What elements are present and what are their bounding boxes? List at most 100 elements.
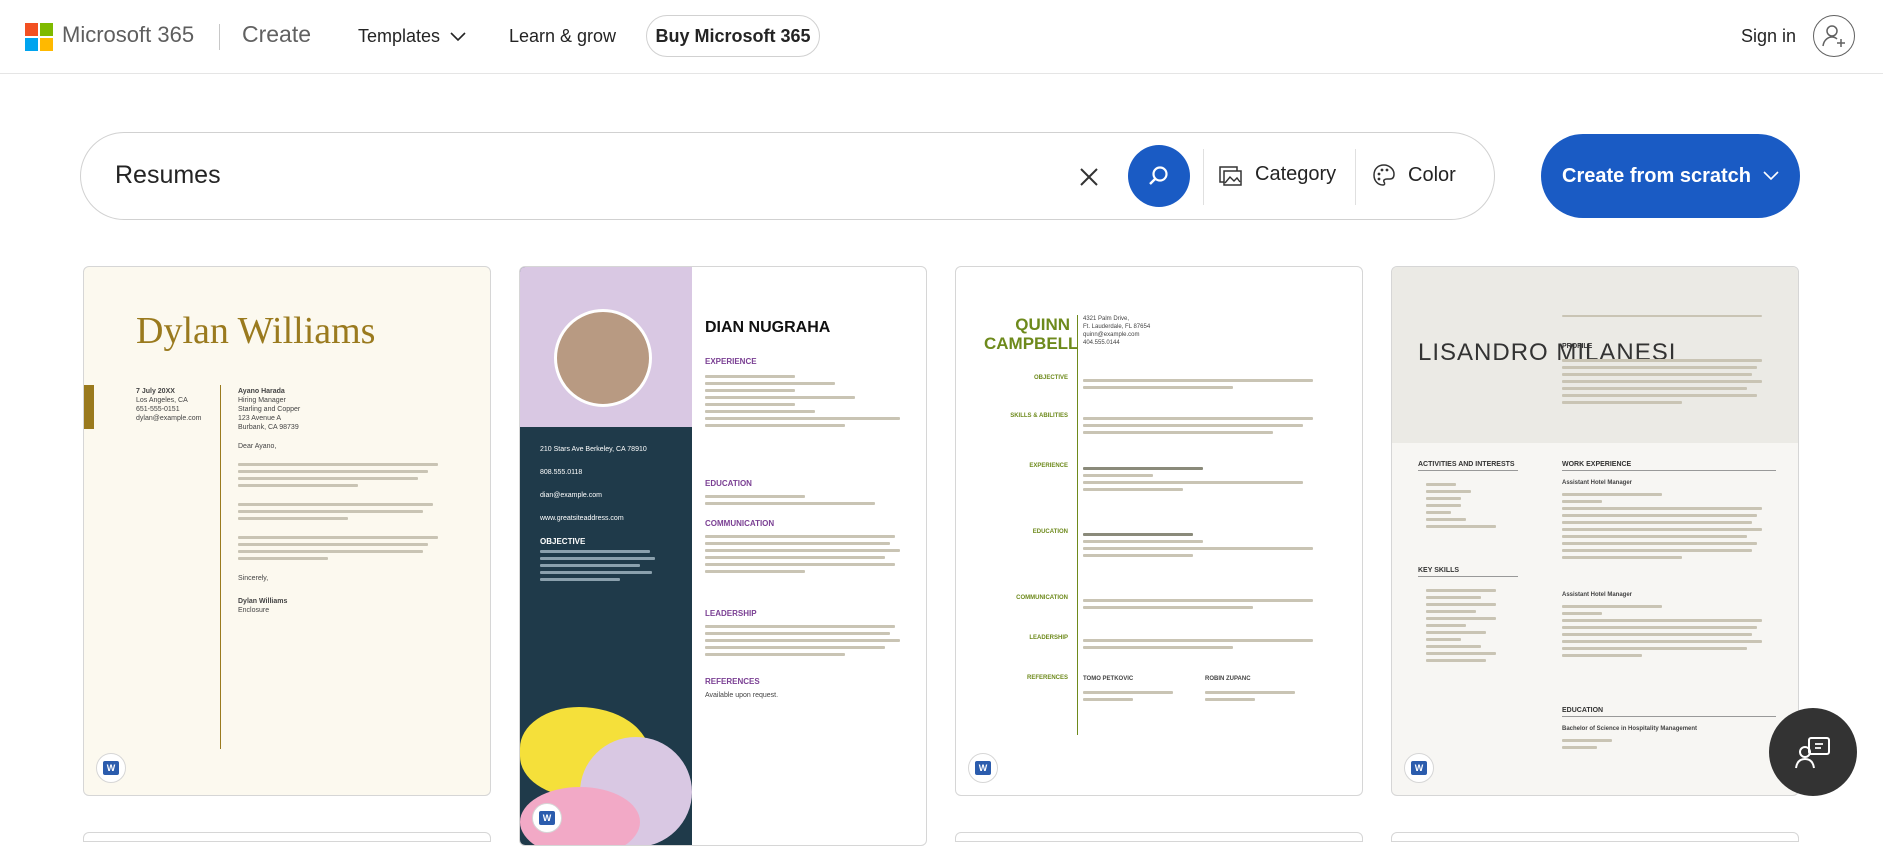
leadership-lines	[1083, 635, 1313, 653]
contact-block: 4321 Palm Drive, Ft. Lauderdale, FL 8765…	[1083, 315, 1150, 347]
contact-line: dian@example.com	[540, 492, 602, 499]
template-card-dylan-williams[interactable]: Dylan Williams 7 July 20XX Los Angeles, …	[83, 266, 491, 796]
skills-lines	[1083, 413, 1313, 438]
divider	[220, 385, 221, 749]
word-icon: W	[968, 753, 998, 783]
closing: Sincerely,	[238, 575, 269, 582]
contact-line: 404.555.0144	[1083, 340, 1120, 346]
signature: Dylan Williams	[238, 598, 288, 605]
education-lines	[705, 491, 905, 509]
templates-label: Templates	[358, 26, 441, 46]
category-filter[interactable]: Category	[1219, 163, 1336, 186]
contact-line: Los Angeles, CA	[136, 397, 188, 404]
template-card[interactable]	[1391, 832, 1799, 842]
recipient-line: Hiring Manager	[238, 397, 286, 404]
chevron-down-icon	[450, 31, 466, 41]
account-icon[interactable]	[1813, 15, 1855, 57]
role-title: Assistant Hotel Manager	[1562, 480, 1633, 486]
recipient-line: Burbank, CA 98739	[238, 424, 299, 431]
date-text: 7 July 20XX	[136, 388, 175, 395]
reference-name: TOMO PETKOVIC	[1083, 676, 1134, 682]
communication-lines	[1083, 595, 1313, 613]
search-input[interactable]: Resumes	[115, 161, 221, 190]
section-heading: EDUCATION	[705, 479, 752, 488]
skills-lines	[1426, 585, 1496, 666]
create-link[interactable]: Create	[242, 21, 311, 48]
palette-icon	[1373, 164, 1395, 186]
profile-photo	[554, 309, 652, 407]
close-icon	[1080, 168, 1098, 186]
card-title: Dylan Williams	[136, 310, 376, 352]
card-title: QUINN CAMPBELL	[984, 315, 1079, 353]
leadership-lines	[705, 621, 905, 660]
search-icon	[1149, 166, 1168, 185]
contact-line: 4321 Palm Drive,	[1083, 316, 1130, 322]
template-card-lisandro-milanesi[interactable]: LISANDRO MILANESI PROFILE ACTIVITIES AND…	[1391, 266, 1799, 796]
divider	[1077, 315, 1078, 735]
enclosure: Enclosure	[238, 607, 270, 614]
work-lines	[1562, 601, 1762, 661]
template-card[interactable]	[83, 832, 491, 842]
section-heading: PROFILE	[1562, 343, 1593, 350]
clear-search-button[interactable]	[1071, 159, 1107, 195]
salutation: Dear Ayano,	[238, 443, 277, 450]
image-category-icon	[1219, 165, 1242, 186]
template-card[interactable]	[955, 832, 1363, 842]
experience-lines	[1083, 463, 1303, 495]
divider	[1203, 149, 1204, 205]
templates-menu[interactable]: Templates	[358, 26, 466, 47]
section-label: EXPERIENCE	[1029, 463, 1068, 469]
reference-name: ROBIN ZUPANC	[1205, 676, 1251, 682]
buy-microsoft-365-button[interactable]: Buy Microsoft 365	[646, 15, 820, 57]
contact-line: 210 Stars Ave Berkeley, CA 78910	[540, 446, 647, 453]
chat-assistant-button[interactable]	[1769, 708, 1857, 796]
create-from-scratch-button[interactable]: Create from scratch	[1541, 134, 1800, 218]
recipient-line: 123 Avenue A	[238, 415, 282, 422]
role-title: Assistant Hotel Manager	[1562, 592, 1633, 598]
contact-lines	[1562, 311, 1762, 321]
section-label: OBJECTIVE	[1033, 375, 1068, 381]
experience-lines	[705, 371, 905, 431]
divider	[219, 24, 220, 50]
recipient-line: Starling and Copper	[238, 406, 301, 413]
reference-lines	[1205, 687, 1295, 705]
section-heading: EXPERIENCE	[705, 357, 757, 366]
section-heading: KEY SKILLS	[1418, 567, 1518, 577]
sign-in-link[interactable]: Sign in	[1741, 26, 1796, 47]
template-card-quinn-campbell[interactable]: QUINN CAMPBELL 4321 Palm Drive, Ft. Laud…	[955, 266, 1363, 796]
recipient-line: Ayano Harada	[238, 388, 285, 395]
divider	[1355, 149, 1356, 205]
learn-grow-link[interactable]: Learn & grow	[509, 26, 616, 47]
section-heading: ACTIVITIES AND INTERESTS	[1418, 461, 1518, 471]
objective-lines	[1083, 375, 1313, 393]
contact-line: Ft. Lauderdale, FL 87654	[1083, 324, 1151, 330]
contact-line: dylan@example.com	[136, 415, 202, 422]
letter-body: Ayano Harada Hiring Manager Starling and…	[238, 387, 448, 615]
section-label: LEADERSHIP	[1029, 635, 1068, 641]
word-icon: W	[96, 753, 126, 783]
chat-icon	[1795, 737, 1830, 769]
microsoft-logo-icon[interactable]	[25, 23, 53, 51]
color-label: Color	[1408, 163, 1456, 186]
references-text: Available upon request.	[705, 692, 779, 699]
section-heading: WORK EXPERIENCE	[1562, 461, 1776, 471]
color-filter[interactable]: Color	[1372, 163, 1456, 187]
section-label: SKILLS & ABILITIES	[1010, 413, 1068, 419]
search-bar: Resumes Category Color	[80, 132, 1495, 220]
education-lines	[1562, 735, 1612, 753]
word-icon: W	[1404, 753, 1434, 783]
sender-info: 7 July 20XX Los Angeles, CA 651-555-0151…	[136, 387, 216, 423]
contact-line: 651-555-0151	[136, 406, 180, 413]
chevron-down-icon	[1763, 171, 1779, 181]
section-label: EDUCATION	[1032, 529, 1068, 535]
cta-label: Create from scratch	[1562, 164, 1751, 187]
communication-lines	[705, 531, 905, 577]
activities-lines	[1426, 479, 1496, 532]
search-button[interactable]	[1128, 145, 1190, 207]
brand-name[interactable]: Microsoft 365	[62, 22, 194, 48]
contact-list: 210 Stars Ave Berkeley, CA 78910 808.555…	[540, 445, 680, 585]
accent-bar	[84, 385, 94, 429]
template-card-dian-nugraha[interactable]: 210 Stars Ave Berkeley, CA 78910 808.555…	[519, 266, 927, 846]
profile-lines	[1562, 355, 1762, 408]
contact-line: 808.555.0118	[540, 469, 583, 476]
